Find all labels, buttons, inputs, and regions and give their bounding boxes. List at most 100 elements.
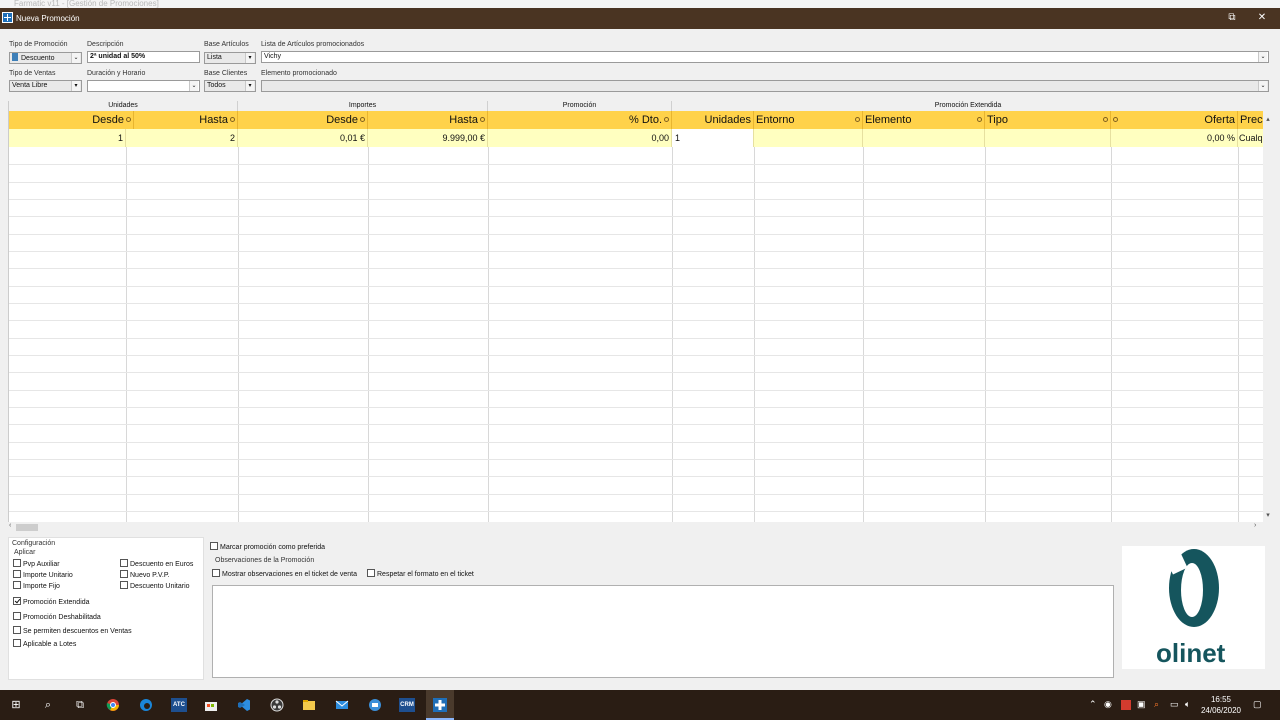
search-icon[interactable]: ⌕: [41, 698, 55, 712]
grid-row-line: [9, 338, 1273, 339]
obs-icon[interactable]: [270, 698, 284, 712]
col-elemento[interactable]: Elemento: [863, 111, 985, 129]
col-precio[interactable]: Precio: [1238, 111, 1264, 129]
tipo-ventas-select[interactable]: Venta Libre ▾: [9, 80, 82, 92]
descuento-unitario-checkbox[interactable]: Descuento Unitario: [120, 581, 190, 591]
col-importes-desde[interactable]: Desde: [238, 111, 368, 129]
base-clientes-select[interactable]: Todos ▾: [204, 80, 256, 92]
sort-icon: [360, 117, 365, 122]
marcar-preferida-checkbox[interactable]: Marcar promoción como preferida: [210, 542, 325, 552]
col-oferta[interactable]: Oferta: [1111, 111, 1238, 129]
farmatic-taskbar-button[interactable]: [426, 690, 454, 720]
mostrar-ticket-checkbox[interactable]: Mostrar observaciones en el ticket de ve…: [212, 569, 357, 579]
col-tipo[interactable]: Tipo: [985, 111, 1111, 129]
col-entorno[interactable]: Entorno: [754, 111, 863, 129]
network-app-tray-icon[interactable]: ▣: [1137, 699, 1146, 710]
scrollbar-thumb[interactable]: [16, 524, 38, 531]
checkbox-box[interactable]: [210, 542, 218, 550]
tray-overflow-icon[interactable]: ⌃: [1089, 699, 1097, 710]
permiten-descuentos-checkbox[interactable]: Se permiten descuentos en Ventas: [13, 626, 132, 636]
pvp-auxiliar-checkbox[interactable]: Pvp Auxiliar: [13, 559, 60, 569]
crm-app-icon[interactable]: CRM: [399, 698, 415, 712]
checkbox-label: Pvp Auxiliar: [23, 561, 60, 568]
cell-ext-unidades[interactable]: 1: [672, 129, 754, 147]
scroll-up-icon[interactable]: ▴: [1263, 115, 1273, 123]
obs-tray-icon[interactable]: ◉: [1104, 699, 1112, 710]
observaciones-textarea[interactable]: [212, 585, 1114, 678]
windows-start-icon[interactable]: ⊞: [9, 698, 23, 712]
nuevo-pvp-checkbox[interactable]: Nuevo P.V.P.: [120, 570, 170, 580]
volume-icon[interactable]: 🔈︎: [1185, 699, 1190, 710]
importe-fijo-checkbox[interactable]: Importe Fijo: [13, 581, 60, 591]
checkbox-box[interactable]: [367, 569, 375, 577]
tipo-promocion-select[interactable]: Descuento ⌄: [9, 52, 82, 64]
cell-oferta[interactable]: 0,00 %: [1111, 129, 1238, 147]
cell-unidades-hasta[interactable]: 2: [126, 129, 238, 147]
cell-entorno[interactable]: [754, 129, 863, 147]
checkbox-box[interactable]: [13, 626, 21, 634]
descuento-euros-checkbox[interactable]: Descuento en Euros: [120, 559, 193, 569]
network-icon[interactable]: ▭: [1170, 699, 1179, 710]
vertical-scrollbar[interactable]: ▴ ▾: [1263, 111, 1273, 522]
table-row[interactable]: 1 2 0,01 € 9.999,00 € 0,00 1 0,00 % Cual…: [9, 129, 1273, 147]
elemento-promocionado-select[interactable]: ⌄: [261, 80, 1269, 92]
checkbox-box[interactable]: [13, 639, 21, 647]
checkbox-box[interactable]: [120, 559, 128, 567]
mail-icon[interactable]: [335, 698, 349, 712]
cell-elemento[interactable]: [863, 129, 985, 147]
descripcion-input[interactable]: 2ª unidad al 50%: [87, 51, 200, 63]
notifications-icon[interactable]: ▢: [1253, 699, 1262, 710]
base-articulos-select[interactable]: Lista ▾: [204, 52, 256, 64]
cell-importes-desde[interactable]: 0,01 €: [238, 129, 368, 147]
scroll-left-icon[interactable]: ‹: [9, 522, 11, 529]
duracion-horario-select[interactable]: ⌄: [87, 80, 200, 92]
checkbox-box[interactable]: [120, 581, 128, 589]
edge-icon[interactable]: [139, 698, 153, 712]
horizontal-scrollbar[interactable]: ‹ ›: [8, 522, 1265, 533]
importe-unitario-checkbox[interactable]: Importe Unitario: [13, 570, 73, 580]
col-importes-hasta[interactable]: Hasta: [368, 111, 488, 129]
chrome-icon[interactable]: [106, 698, 120, 712]
aplicable-lotes-checkbox[interactable]: Aplicable a Lotes: [13, 639, 76, 649]
checkbox-box[interactable]: [120, 570, 128, 578]
cell-importes-hasta[interactable]: 9.999,00 €: [368, 129, 488, 147]
lista-articulos-select[interactable]: Vichy ⌄: [261, 51, 1269, 63]
grid-row-line: [9, 424, 1273, 425]
close-button[interactable]: ✕: [1252, 11, 1272, 25]
col-ext-unidades[interactable]: Unidades: [672, 111, 754, 129]
atc-app-icon[interactable]: ATC: [171, 698, 187, 712]
checkbox-box[interactable]: [13, 612, 21, 620]
col-unidades-desde[interactable]: Desde: [9, 111, 134, 129]
col-dto[interactable]: % Dto.: [488, 111, 672, 129]
chat-app-icon[interactable]: [368, 698, 382, 712]
promotion-grid[interactable]: Unidades Importes Promoción Promoción Ex…: [8, 101, 1273, 522]
promocion-extendida-checkbox[interactable]: Promoción Extendida: [13, 597, 90, 607]
cell-dto[interactable]: 0,00: [488, 129, 672, 147]
vscode-icon[interactable]: [237, 698, 251, 712]
col-label: Unidades: [704, 114, 751, 126]
search-tray-icon[interactable]: ⌕: [1154, 699, 1159, 710]
sort-icon: [977, 117, 982, 122]
checkbox-box[interactable]: [13, 559, 21, 567]
scroll-down-icon[interactable]: ▾: [1263, 511, 1273, 519]
cell-tipo[interactable]: [985, 129, 1111, 147]
col-unidades-hasta[interactable]: Hasta: [134, 111, 238, 129]
col-label: Desde: [326, 114, 358, 126]
respetar-formato-checkbox[interactable]: Respetar el formato en el ticket: [367, 569, 474, 579]
checkbox-box[interactable]: [212, 569, 220, 577]
task-view-icon[interactable]: ⧉: [73, 698, 87, 712]
checkbox-box-checked[interactable]: [13, 597, 21, 605]
taskbar-clock[interactable]: 16:55 24/06/2020: [1196, 694, 1246, 716]
store-icon[interactable]: [204, 698, 218, 712]
cell-precio[interactable]: Cualquiera: [1238, 129, 1264, 147]
farmatic-cross-icon: [433, 698, 447, 712]
cell-unidades-desde[interactable]: 1: [9, 129, 126, 147]
window-titlebar[interactable]: Nueva Promoción ⧉ ✕: [0, 8, 1280, 29]
checkbox-box[interactable]: [13, 570, 21, 578]
file-explorer-icon[interactable]: [302, 698, 316, 712]
antivirus-tray-icon[interactable]: [1121, 700, 1131, 710]
scroll-right-icon[interactable]: ›: [1254, 522, 1256, 529]
promocion-deshabilitada-checkbox[interactable]: Promoción Deshabilitada: [13, 612, 101, 622]
restore-button[interactable]: ⧉: [1222, 11, 1242, 25]
checkbox-box[interactable]: [13, 581, 21, 589]
